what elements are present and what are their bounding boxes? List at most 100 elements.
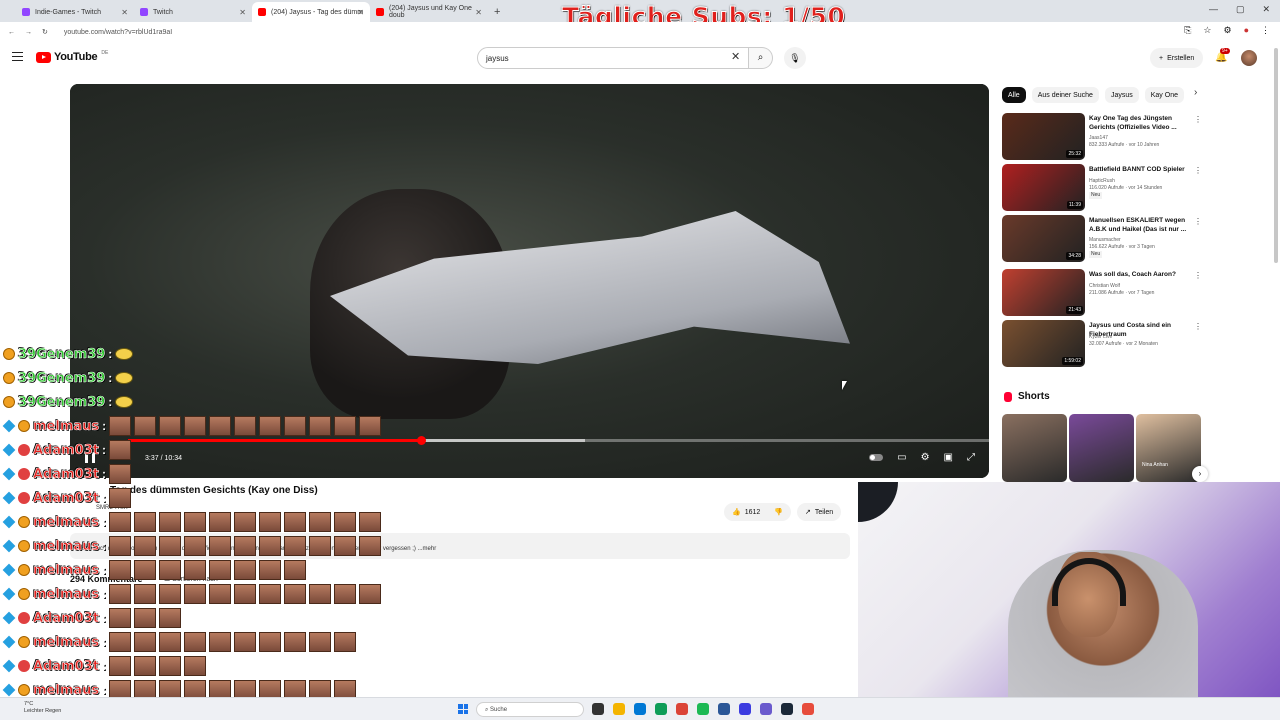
scrubber-handle[interactable] (417, 436, 427, 445)
browser-tab[interactable]: (204) Jaysus und Kay One doub ✕ (370, 2, 488, 22)
recommendation-item[interactable]: 1:59:02 Jaysus und Costa sind ein Fiebert… (1002, 320, 1202, 368)
recommendation-title[interactable]: Battlefield BANNT COD Spieler (1089, 166, 1193, 175)
recommendation-title[interactable]: Was soll das, Coach Aaron? (1089, 271, 1193, 280)
browser-tab[interactable]: Twitch ✕ (134, 2, 252, 22)
filter-chip[interactable]: Jaysus (1104, 87, 1139, 103)
emote-icon (209, 584, 232, 604)
weather-widget[interactable]: 7°C Leichter Regen (24, 701, 61, 715)
more-options-icon[interactable]: ⋮ (1194, 217, 1202, 226)
extensions-icon[interactable]: ⚙ (1223, 25, 1231, 36)
subtitles-icon[interactable]: ▭ (897, 452, 906, 463)
chat-badge-icon (2, 443, 16, 457)
create-button[interactable]: + Erstellen (1150, 48, 1204, 68)
taskbar-app-icon[interactable] (592, 703, 604, 715)
shorts-next-button[interactable]: › (1192, 466, 1208, 482)
emote-icon (234, 680, 257, 697)
bookmark-star-icon[interactable]: ☆ (1203, 25, 1211, 36)
recommendation-item[interactable]: 11:39 Battlefield BANNT COD Spieler Haptic… (1002, 164, 1202, 212)
theater-mode-icon[interactable]: ▣ (944, 452, 953, 463)
taskbar-app-icon[interactable] (760, 703, 772, 715)
more-options-icon[interactable]: ⋮ (1194, 271, 1202, 280)
tab-close-icon[interactable]: ✕ (475, 8, 482, 17)
emote-icon (309, 632, 332, 652)
video-thumbnail[interactable]: 34:28 (1002, 215, 1085, 262)
browser-tab[interactable]: Indie-Games - Twitch ✕ (16, 2, 134, 22)
duration-badge: 21:43 (1066, 306, 1083, 314)
taskbar-search[interactable]: ⌕ Suche (476, 702, 584, 717)
chips-next-icon[interactable]: › (1194, 87, 1197, 103)
chat-message: 39Genem39: (0, 366, 400, 390)
like-button[interactable]: 👍 1612 👎 (724, 503, 792, 521)
taskbar-app-icon[interactable] (718, 703, 730, 715)
video-thumbnail[interactable]: 21:43 (1002, 269, 1085, 316)
autoplay-toggle[interactable] (869, 454, 884, 461)
tab-close-icon[interactable]: ✕ (239, 8, 246, 17)
page-scrollbar[interactable] (1274, 48, 1278, 263)
notification-count-badge: 9+ (1220, 48, 1230, 54)
filter-chip[interactable]: Alle (1002, 87, 1026, 103)
duration-badge: 25:32 (1066, 150, 1083, 158)
new-tab-button[interactable]: + (494, 6, 500, 18)
windows-start-icon[interactable] (458, 704, 468, 714)
browser-tab[interactable]: (204) Jaysus - Tag des dümm ✕ (252, 2, 370, 22)
short-item[interactable] (1002, 414, 1067, 482)
minimize-button[interactable]: — (1209, 4, 1218, 15)
recommendation-item[interactable]: 34:28 Manuellsen ESKALIERT wegen A.B.K un… (1002, 215, 1202, 263)
filter-chip[interactable]: Kay One (1144, 87, 1184, 103)
account-avatar[interactable] (1241, 50, 1257, 66)
more-options-icon[interactable]: ⋮ (1194, 166, 1202, 175)
recommendation-title[interactable]: Manuellsen ESKALIERT wegen A.B.K und Hai… (1089, 217, 1193, 234)
voice-search-button[interactable]: 🎙 (784, 47, 806, 69)
video-thumbnail[interactable]: 25:32 (1002, 113, 1085, 160)
recommendation-item[interactable]: 25:32 Kay One Tag des Jüngsten Gerichts (… (1002, 113, 1202, 161)
maximize-button[interactable]: ▢ (1236, 4, 1245, 15)
taskbar-app-icon[interactable] (634, 703, 646, 715)
taskbar-app-icon[interactable] (802, 703, 814, 715)
emote-icon (134, 512, 157, 532)
taskbar-app-icon[interactable] (697, 703, 709, 715)
reload-icon[interactable]: ↻ (42, 28, 48, 36)
recommendation-meta: 156.622 Aufrufe · vor 3 Tagen (1089, 244, 1155, 250)
more-options-icon[interactable]: ⋮ (1194, 115, 1202, 124)
forward-icon[interactable]: → (25, 29, 32, 36)
notifications-button[interactable]: 🔔 9+ (1215, 48, 1230, 63)
taskbar-app-icon[interactable] (781, 703, 793, 715)
browser-menu-icon[interactable]: ⋮ (1261, 25, 1270, 36)
tab-favicon-icon (258, 8, 266, 16)
short-item[interactable] (1069, 414, 1134, 482)
youtube-logo[interactable]: YouTube DE (36, 50, 108, 63)
taskbar-app-icon[interactable] (739, 703, 751, 715)
tab-close-icon[interactable]: ✕ (121, 8, 128, 17)
chat-message: Adam03t: (0, 486, 400, 510)
video-thumbnail[interactable]: 11:39 (1002, 164, 1085, 211)
recommendation-channel[interactable]: Kyzer Live (1089, 334, 1199, 341)
settings-gear-icon[interactable]: ⚙ (921, 452, 930, 463)
recommendation-channel[interactable]: Manusmacher (1089, 237, 1199, 244)
search-input[interactable]: jaysus (477, 47, 749, 69)
clear-search-icon[interactable]: ✕ (731, 50, 740, 63)
close-window-button[interactable]: ✕ (1262, 4, 1270, 15)
recommendation-channel[interactable]: Christian Wolf (1089, 283, 1199, 290)
emote-icon (234, 560, 257, 580)
profile-icon[interactable]: ● (1244, 25, 1249, 36)
share-button[interactable]: ↗ Teilen (797, 503, 842, 521)
search-button[interactable]: ⌕ (749, 47, 773, 69)
recommendation-channel[interactable]: HapticRush (1089, 178, 1199, 185)
video-thumbnail[interactable]: 1:59:02 (1002, 320, 1085, 367)
hamburger-menu-icon[interactable] (12, 52, 23, 61)
taskbar-app-icon[interactable] (613, 703, 625, 715)
emote-icon (359, 416, 382, 436)
recommendation-title[interactable]: Kay One Tag des Jüngsten Gerichts (Offiz… (1089, 115, 1193, 132)
fullscreen-icon[interactable]: ⤢ (967, 452, 975, 463)
filter-chip[interactable]: Aus deiner Suche (1031, 87, 1099, 103)
back-icon[interactable]: ← (8, 29, 15, 36)
taskbar-app-icon[interactable] (655, 703, 667, 715)
recommendation-channel[interactable]: Jaas147 (1089, 135, 1199, 142)
taskbar-app-icon[interactable] (676, 703, 688, 715)
install-icon[interactable]: ⎘ (1184, 25, 1191, 36)
recommendation-item[interactable]: 21:43 Was soll das, Coach Aaron? Christian… (1002, 269, 1202, 317)
tab-close-icon[interactable]: ✕ (357, 8, 364, 17)
thumbs-down-icon[interactable]: 👎 (774, 508, 783, 516)
more-options-icon[interactable]: ⋮ (1194, 322, 1202, 331)
url-field[interactable]: youtube.com/watch?v=rblUd1ra9aI (64, 29, 172, 36)
